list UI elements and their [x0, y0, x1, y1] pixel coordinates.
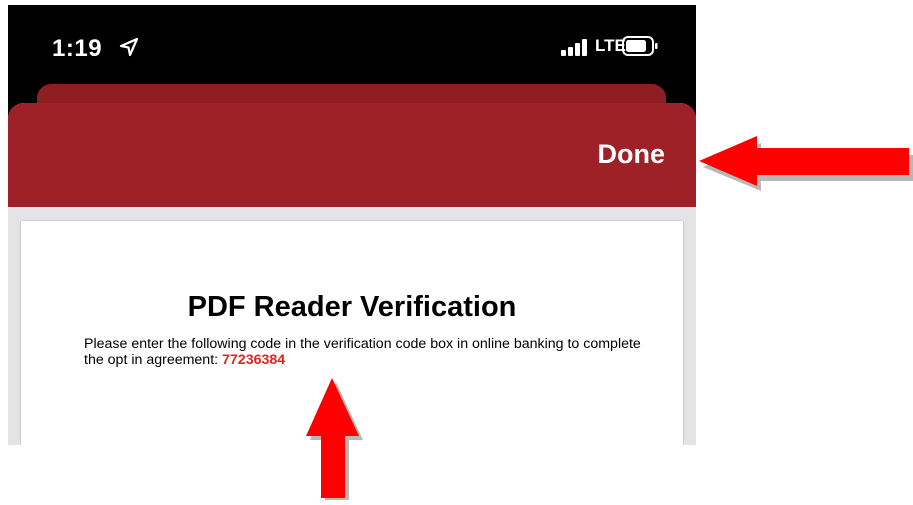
- status-bar: 1:19 LTE: [8, 5, 696, 95]
- signal-bars-icon: [561, 38, 591, 61]
- status-time: 1:19: [52, 35, 103, 62]
- done-button[interactable]: Done: [598, 139, 666, 170]
- battery-icon: [622, 35, 658, 62]
- instruction-text: Please enter the following code in the v…: [84, 336, 641, 368]
- pdf-body-text: Please enter the following code in the v…: [84, 336, 644, 368]
- arrow-up-icon: [306, 378, 364, 505]
- nav-bar: Done: [8, 103, 696, 207]
- arrow-left-icon: [697, 130, 913, 197]
- pdf-title: PDF Reader Verification: [187, 291, 517, 323]
- verification-code: 77236384: [222, 352, 286, 368]
- location-arrow-icon: [119, 37, 139, 62]
